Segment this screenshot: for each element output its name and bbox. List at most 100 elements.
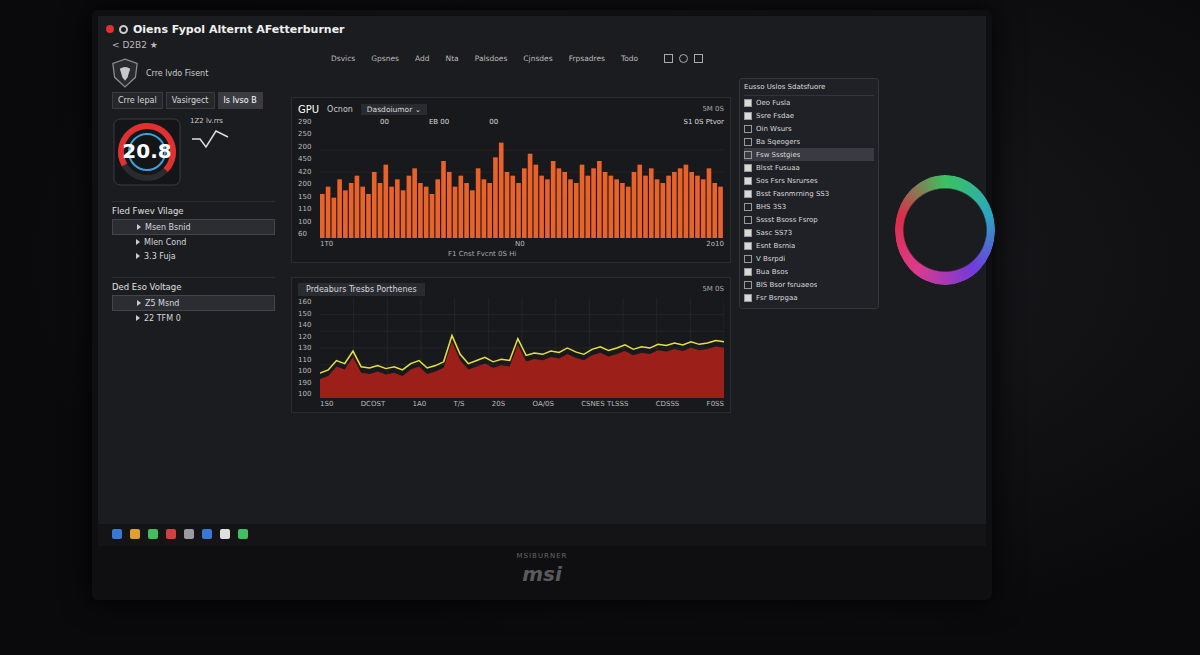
option-row[interactable]: Ba Sqeogers bbox=[744, 135, 874, 148]
x-tick: OA/0S bbox=[533, 400, 554, 408]
item-label: Z5 Msnd bbox=[145, 299, 179, 308]
window-icon[interactable] bbox=[664, 54, 673, 63]
chart-dropdown[interactable]: Dasdoiumor ⌄ bbox=[361, 104, 427, 115]
close-icon[interactable] bbox=[106, 25, 114, 33]
bar bbox=[672, 172, 677, 238]
tab[interactable]: ls Ivso B bbox=[218, 92, 263, 109]
checkbox[interactable] bbox=[744, 242, 752, 250]
taskbar-app-icon[interactable] bbox=[130, 529, 140, 539]
checkbox[interactable] bbox=[744, 281, 752, 289]
checkbox[interactable] bbox=[744, 294, 752, 302]
checkbox[interactable] bbox=[744, 138, 752, 146]
bar bbox=[718, 187, 723, 238]
bar bbox=[355, 176, 360, 238]
nav-item[interactable]: Palsdoes bbox=[475, 54, 508, 63]
option-row[interactable]: BIS Bsor fsruaeos bbox=[744, 278, 874, 291]
option-row[interactable]: V Bsrpdi bbox=[744, 252, 874, 265]
bar bbox=[337, 179, 342, 238]
taskbar-app-icon[interactable] bbox=[184, 529, 194, 539]
option-row[interactable]: Sasc SS73 bbox=[744, 226, 874, 239]
option-label: Sos Fsrs Nsrurses bbox=[756, 177, 818, 185]
nav-item[interactable]: Add bbox=[415, 54, 430, 63]
option-label: Bsst Fasnmrning SS3 bbox=[756, 190, 829, 198]
taskbar-app-icon[interactable] bbox=[148, 529, 158, 539]
checkbox[interactable] bbox=[744, 229, 752, 237]
bar bbox=[389, 187, 394, 238]
y-tick: 200 bbox=[298, 180, 316, 188]
bar bbox=[585, 176, 590, 238]
nav-item[interactable]: Cjnsdes bbox=[523, 54, 552, 63]
tab[interactable]: Vasirgect bbox=[166, 92, 215, 109]
taskbar-app-icon[interactable] bbox=[112, 529, 122, 539]
sub-bar[interactable]: < D2B2 ★ bbox=[98, 38, 986, 54]
bar bbox=[574, 183, 579, 238]
option-row[interactable]: Oeo Fusla bbox=[744, 96, 874, 109]
settings-icon[interactable] bbox=[694, 54, 703, 63]
section-item[interactable]: Mlen Cond bbox=[112, 235, 275, 249]
option-row[interactable]: Ssre Fsdae bbox=[744, 109, 874, 122]
option-label: Ba Sqeogers bbox=[756, 138, 800, 146]
checkbox[interactable] bbox=[744, 125, 752, 133]
y-tick: 250 bbox=[298, 130, 316, 138]
section-item[interactable]: 3.3 Fuja bbox=[112, 249, 275, 263]
option-row[interactable]: Sos Fsrs Nsrurses bbox=[744, 174, 874, 187]
bar bbox=[412, 168, 417, 238]
taskbar-app-icon[interactable] bbox=[202, 529, 212, 539]
chart-notes: 00EB 0000S1 0S Ptvor bbox=[320, 118, 724, 128]
bar bbox=[597, 161, 602, 238]
monitor: Oiens Fypol Alternt AFetterburner < D2B2 … bbox=[92, 10, 992, 600]
window-title: Oiens Fypol Alternt AFetterburner bbox=[133, 23, 345, 36]
checkbox[interactable] bbox=[744, 268, 752, 276]
bar bbox=[401, 190, 406, 238]
checkbox[interactable] bbox=[744, 151, 752, 159]
y-tick: 60 bbox=[298, 230, 316, 238]
option-row[interactable]: Fsr Bsrpgaa bbox=[744, 291, 874, 304]
bar-chart bbox=[320, 128, 724, 238]
option-row[interactable]: Esnt Bsrnia bbox=[744, 239, 874, 252]
gauge-value: 20.8 bbox=[112, 139, 182, 163]
taskbar-app-icon[interactable] bbox=[220, 529, 230, 539]
checkbox[interactable] bbox=[744, 190, 752, 198]
checkbox[interactable] bbox=[744, 255, 752, 263]
option-row[interactable]: Sssst Bsoss Fsrop bbox=[744, 213, 874, 226]
option-row[interactable]: BHS 3S3 bbox=[744, 200, 874, 213]
y-tick: 100 bbox=[298, 390, 316, 398]
bar bbox=[441, 161, 446, 238]
checkbox[interactable] bbox=[744, 177, 752, 185]
taskbar-app-icon[interactable] bbox=[238, 529, 248, 539]
section-item[interactable]: Z5 Msnd bbox=[112, 295, 275, 311]
x-tick: 1S0 bbox=[320, 400, 333, 408]
chart-area: GPUOcnonDasdoiumor ⌄5M 0S290250200450420… bbox=[291, 77, 731, 524]
option-row[interactable]: Blsst Fusuaa bbox=[744, 161, 874, 174]
checkbox[interactable] bbox=[744, 203, 752, 211]
section-item[interactable]: 22 TFM 0 bbox=[112, 311, 275, 325]
nav-item[interactable]: Nta bbox=[446, 54, 459, 63]
y-tick: 110 bbox=[298, 205, 316, 213]
y-tick: 200 bbox=[298, 143, 316, 151]
bar bbox=[430, 194, 435, 238]
bar bbox=[626, 187, 631, 238]
taskbar-app-icon[interactable] bbox=[166, 529, 176, 539]
checkbox[interactable] bbox=[744, 216, 752, 224]
checkbox[interactable] bbox=[744, 112, 752, 120]
y-tick: 290 bbox=[298, 118, 316, 126]
option-row[interactable]: Oin Wsurs bbox=[744, 122, 874, 135]
bar bbox=[603, 172, 608, 238]
option-row[interactable]: Fsw Ssstgies bbox=[744, 148, 874, 161]
bar bbox=[453, 187, 458, 238]
nav-item[interactable]: Todo bbox=[621, 54, 638, 63]
bar bbox=[661, 183, 666, 238]
checkbox[interactable] bbox=[744, 164, 752, 172]
checkbox[interactable] bbox=[744, 99, 752, 107]
nav-item[interactable]: Dsvics bbox=[331, 54, 355, 63]
settings-section: Fled Fwev VilageMsen BsnidMlen Cond3.3 F… bbox=[112, 201, 275, 263]
option-row[interactable]: Bua Bsos bbox=[744, 265, 874, 278]
x-tick: 1A0 bbox=[412, 400, 426, 408]
status-icon[interactable] bbox=[679, 54, 688, 63]
sparkline-icon bbox=[190, 127, 230, 151]
tab[interactable]: Crre lepal bbox=[112, 92, 163, 109]
nav-item[interactable]: Frpsadres bbox=[569, 54, 605, 63]
section-item[interactable]: Msen Bsnid bbox=[112, 219, 275, 235]
nav-item[interactable]: Gpsnes bbox=[371, 54, 399, 63]
option-row[interactable]: Bsst Fasnmrning SS3 bbox=[744, 187, 874, 200]
